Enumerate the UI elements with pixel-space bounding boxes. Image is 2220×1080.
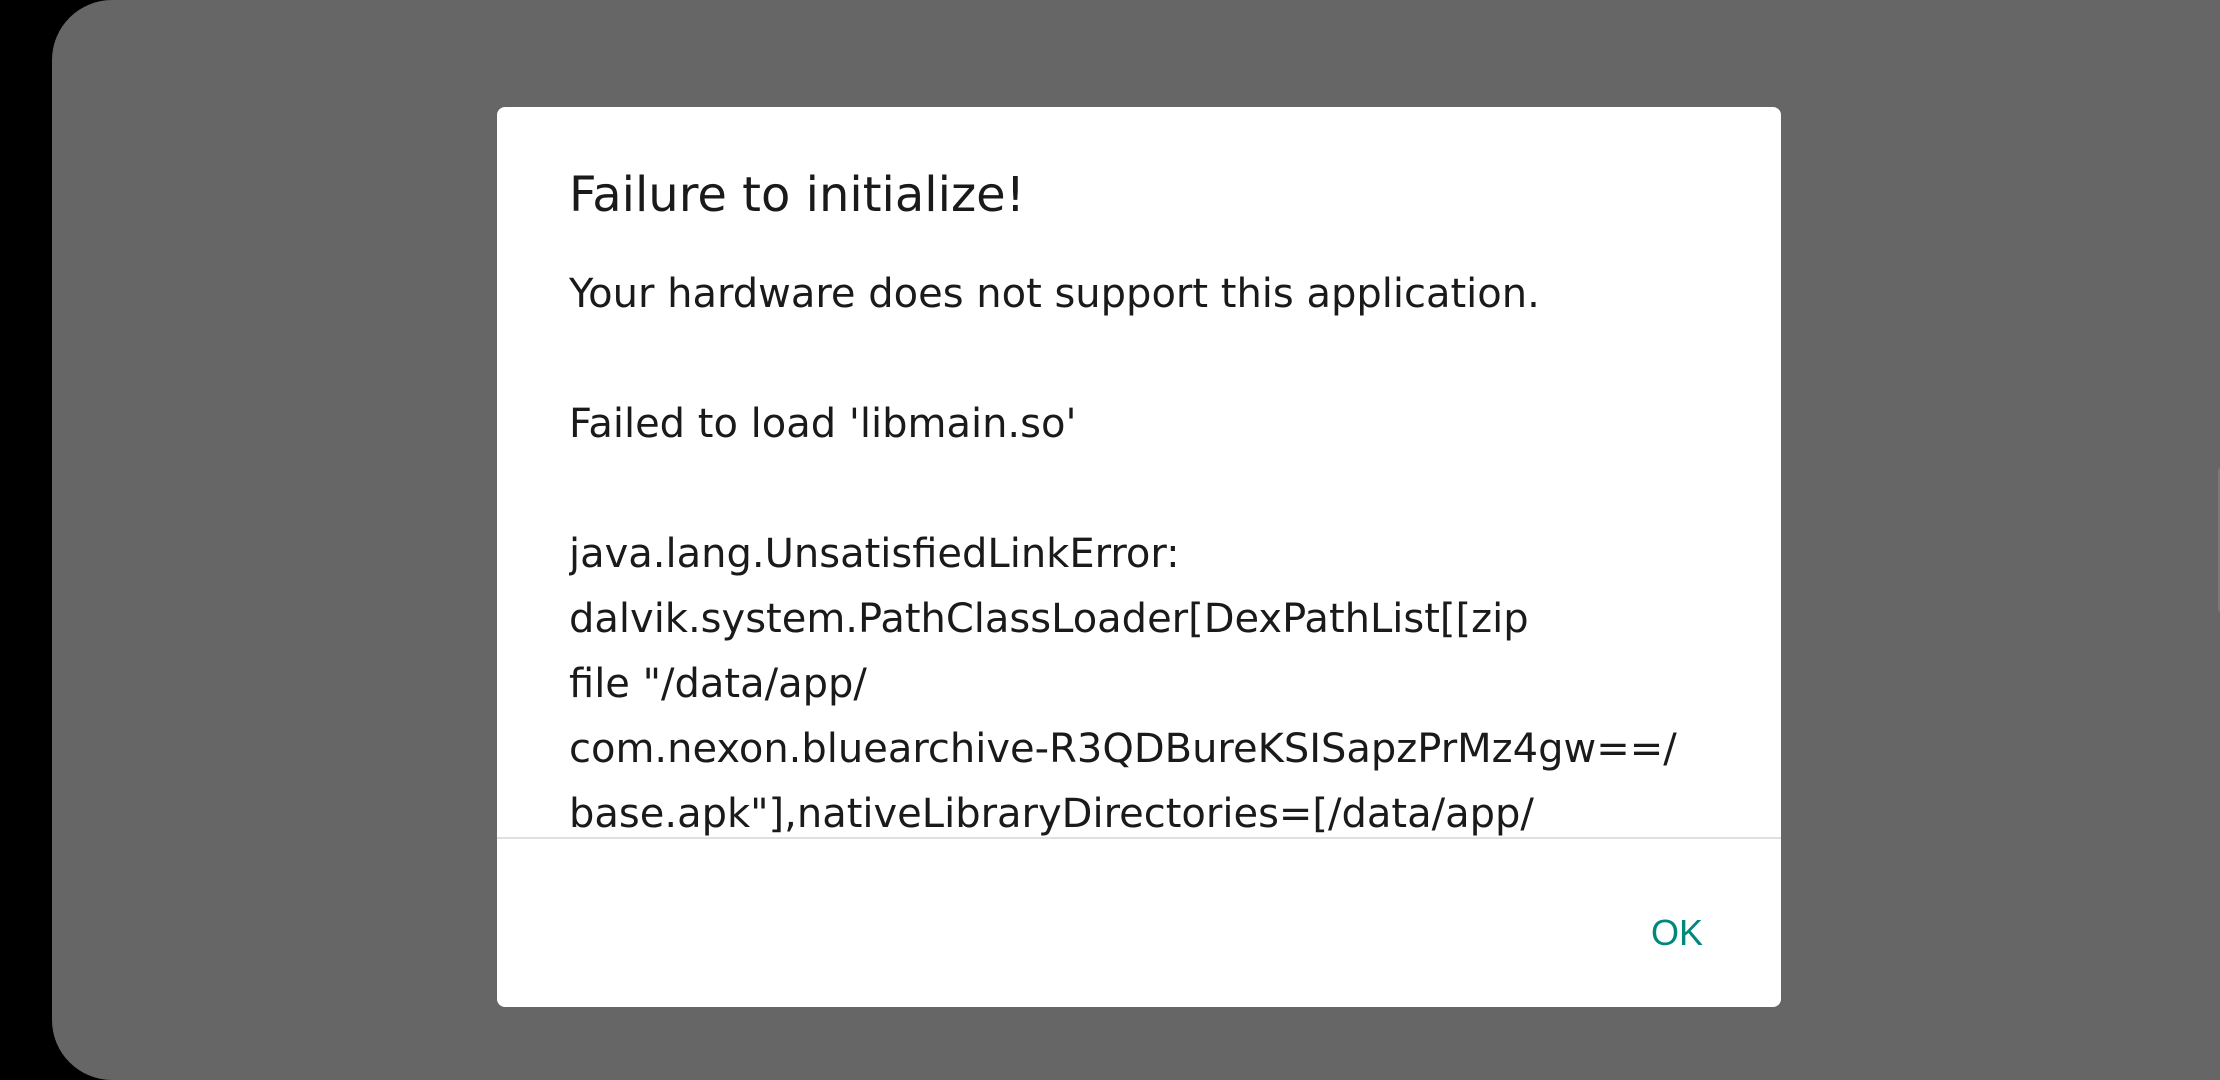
screen-overlay: Failure to initialize! Your hardware doe… bbox=[52, 0, 2220, 1080]
error-dialog: Failure to initialize! Your hardware doe… bbox=[497, 107, 1781, 1007]
dialog-message: Your hardware does not support this appl… bbox=[569, 271, 1677, 837]
ok-button[interactable]: OK bbox=[1622, 897, 1732, 967]
dialog-divider bbox=[497, 837, 1781, 839]
dialog-title: Failure to initialize! bbox=[569, 167, 1025, 223]
